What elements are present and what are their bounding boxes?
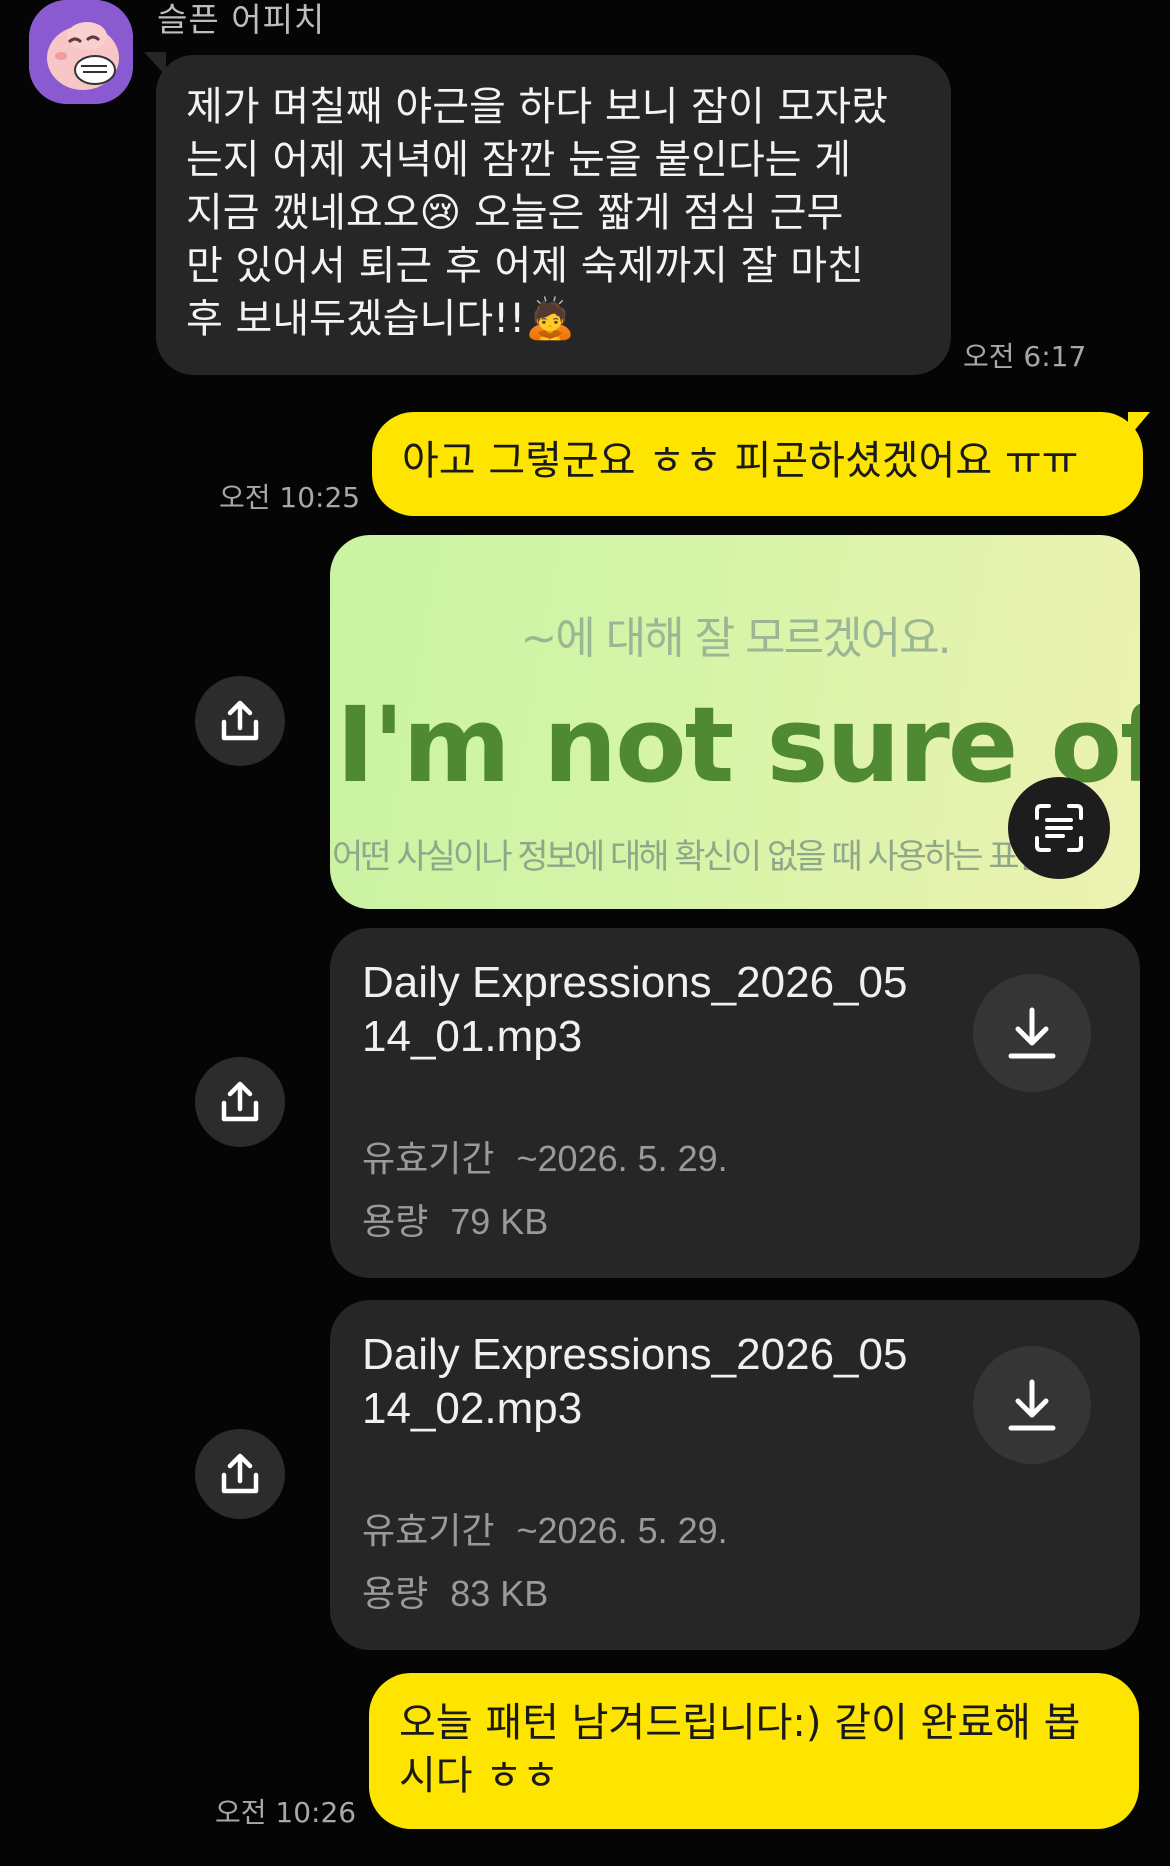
apeach-avatar-icon [29, 0, 133, 104]
file-size-value: 79 KB [450, 1201, 549, 1242]
file-validity-label: 유효기간 [362, 1511, 495, 1552]
outgoing-message-bubble[interactable]: 오늘 패턴 남겨드립니다:) 같이 완료해 봅시다 ㅎㅎ [369, 1673, 1139, 1829]
download-icon [1008, 1007, 1056, 1059]
outgoing-message-bubble[interactable]: 아고 그렇군요 ㅎㅎ 피곤하셨겠어요 ㅠㅠ [372, 412, 1143, 516]
file-size: 용량 83 KB [362, 1572, 548, 1617]
file-message[interactable]: Daily Expressions_2026_0514_02.mp3 유효기간 ~… [330, 1300, 1140, 1650]
file-validity: 유효기간 ~2026. 5. 29. [362, 1509, 728, 1554]
file-message[interactable]: Daily Expressions_2026_0514_01.mp3 유효기간 ~… [330, 928, 1140, 1278]
file-validity: 유효기간 ~2026. 5. 29. [362, 1137, 728, 1182]
file-validity-value: ~2026. 5. 29. [516, 1510, 728, 1551]
share-icon [221, 1081, 259, 1122]
file-validity-label: 유효기간 [362, 1139, 495, 1180]
outgoing-bubble-tail [1128, 412, 1150, 438]
text-scan-button[interactable] [1008, 777, 1110, 879]
share-image-button[interactable] [195, 676, 285, 766]
file-size-label: 용량 [362, 1202, 429, 1243]
file-validity-value: ~2026. 5. 29. [516, 1138, 728, 1179]
image-korean-title: ~에 대해 잘 모르겠어요. [520, 613, 951, 664]
incoming-message-bubble[interactable]: 제가 며칠째 야근을 하다 보니 잠이 모자랐 는지 어제 저녁에 잠깐 눈을 … [156, 55, 951, 375]
reply2-time: 오전 10:26 [215, 1796, 357, 1829]
text-scan-icon [1035, 804, 1083, 852]
share-icon [221, 1453, 259, 1494]
sender-name: 슬픈 어피치 [157, 0, 326, 39]
share-icon [221, 700, 259, 741]
share-file-button[interactable] [195, 1429, 285, 1519]
file-name: Daily Expressions_2026_0514_01.mp3 [362, 958, 908, 1061]
image-korean-description: 어떤 사실이나 정보에 대해 확신이 없을 때 사용하는 표현 [332, 837, 1048, 877]
download-button[interactable] [973, 1346, 1091, 1464]
download-icon [1008, 1379, 1056, 1431]
sender-avatar[interactable] [29, 0, 133, 104]
download-button[interactable] [973, 974, 1091, 1092]
incoming-message-time: 오전 6:17 [963, 340, 1087, 373]
file-size-value: 83 KB [450, 1573, 549, 1614]
file-size-label: 용량 [362, 1574, 429, 1615]
share-file-button[interactable] [195, 1057, 285, 1147]
reply1-time: 오전 10:25 [219, 481, 361, 514]
file-size: 용량 79 KB [362, 1200, 548, 1245]
image-english-expression: I'm not sure of ~ [336, 684, 1140, 806]
file-name: Daily Expressions_2026_0514_02.mp3 [362, 1330, 908, 1433]
